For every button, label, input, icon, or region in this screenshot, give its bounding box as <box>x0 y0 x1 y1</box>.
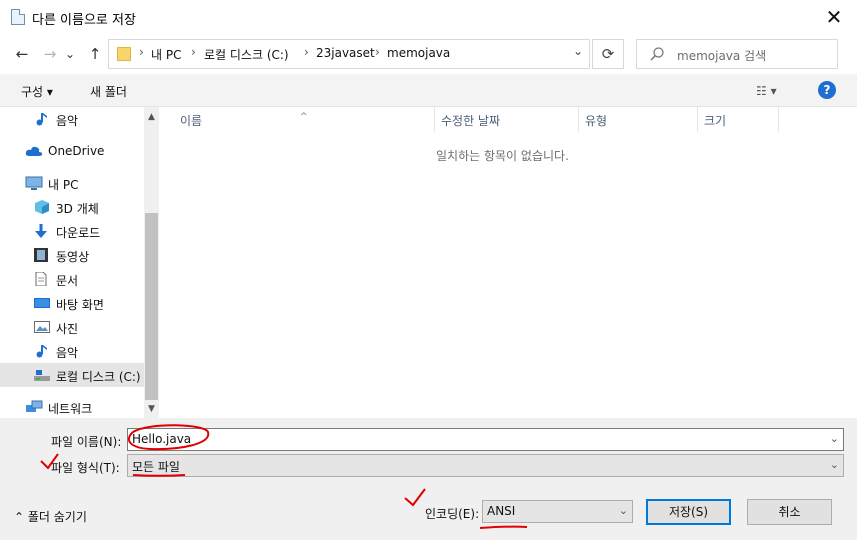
scroll-down-arrow-icon[interactable]: ▼ <box>144 401 159 417</box>
save-options-panel: 파일 이름(N): Hello.java ⌄ 파일 형식(T): 모든 파일 ⌄… <box>0 418 857 540</box>
encoding-select[interactable]: ANSI ⌄ <box>482 500 633 523</box>
filename-input[interactable]: Hello.java ⌄ <box>127 428 844 451</box>
sidebar-item-label: 음악 <box>56 114 79 128</box>
sidebar-item-downloads[interactable]: 다운로드 <box>0 219 144 243</box>
sidebar-item-onedrive[interactable]: OneDrive <box>0 139 144 163</box>
file-list[interactable]: 이름 ^ 수정한 날짜 유형 크기 일치하는 항목이 없습니다. <box>160 107 857 418</box>
column-header-label: 크기 <box>704 114 727 128</box>
close-button[interactable]: ✕ <box>811 0 857 34</box>
scrollbar-thumb[interactable] <box>145 213 158 400</box>
sidebar-item-label: 사진 <box>56 322 79 336</box>
address-dropdown-button[interactable]: ⌄ <box>573 44 583 58</box>
column-header-label: 이름 <box>180 114 203 128</box>
save-button[interactable]: 저장(S) <box>646 499 731 525</box>
cloud-icon <box>25 146 43 156</box>
sort-ascending-icon: ^ <box>300 112 308 122</box>
chevron-down-icon[interactable]: ⌄ <box>830 458 839 471</box>
chevron-down-icon[interactable]: ⌄ <box>619 504 628 517</box>
encoding-value: ANSI <box>487 504 516 518</box>
navigation-pane: 음악 OneDrive 내 PC 3D 개체 다운로드 동영상 문서 바탕 화면… <box>0 107 144 418</box>
breadcrumb-local-disk[interactable]: 로컬 디스크 (C:) <box>204 46 289 63</box>
navigation-bar: ← → ⌄ ↑ › 내 PC › 로컬 디스크 (C:) › 23javaset… <box>0 34 857 74</box>
sidebar-item-label: 음악 <box>56 346 79 360</box>
sidebar-item-pictures[interactable]: 사진 <box>0 315 144 339</box>
back-button[interactable]: ← <box>10 42 34 66</box>
new-folder-button[interactable]: 새 폴더 <box>90 83 127 100</box>
column-divider[interactable] <box>778 107 779 132</box>
column-header-type[interactable]: 유형 <box>579 107 697 132</box>
search-box[interactable]: memojava 검색 <box>636 39 838 69</box>
hide-folders-button[interactable]: ⌃ 폴더 숨기기 <box>14 508 87 525</box>
column-header-size[interactable]: 크기 <box>698 107 778 132</box>
sidebar-item-3d-objects[interactable]: 3D 개체 <box>0 195 144 219</box>
cancel-button[interactable]: 취소 <box>747 499 832 525</box>
sidebar-item-desktop[interactable]: 바탕 화면 <box>0 291 144 315</box>
navigation-pane-scrollbar[interactable]: ▲ ▼ <box>144 107 159 418</box>
breadcrumb-23javaset[interactable]: 23javaset <box>316 46 375 60</box>
sidebar-item-my-pc[interactable]: 내 PC <box>0 171 144 195</box>
picture-icon <box>34 321 50 333</box>
chevron-down-icon[interactable]: ⌄ <box>830 432 839 445</box>
sidebar-item-label: 동영상 <box>56 250 90 264</box>
folder-icon <box>117 47 131 61</box>
filename-value: Hello.java <box>132 432 192 446</box>
recent-locations-button[interactable]: ⌄ <box>62 42 78 66</box>
filetype-value: 모든 파일 <box>132 460 180 474</box>
film-icon <box>34 248 48 262</box>
cube-icon <box>35 200 49 214</box>
desktop-icon <box>34 298 50 308</box>
search-icon <box>650 47 664 61</box>
document-icon <box>35 272 47 286</box>
column-header-label: 수정한 날짜 <box>441 114 501 128</box>
sidebar-item-videos[interactable]: 동영상 <box>0 243 144 267</box>
column-header-name[interactable]: 이름 ^ <box>160 107 435 132</box>
sidebar-item-label: 네트워크 <box>48 402 93 416</box>
sidebar-item-documents[interactable]: 문서 <box>0 267 144 291</box>
computer-icon <box>25 176 43 190</box>
breadcrumb-separator[interactable]: › <box>139 45 144 59</box>
sidebar-item-label: 다운로드 <box>56 226 101 240</box>
filetype-select[interactable]: 모든 파일 ⌄ <box>127 454 844 477</box>
sidebar-item-label: 문서 <box>56 274 79 288</box>
network-icon <box>26 400 43 412</box>
music-note-icon <box>36 345 47 358</box>
sidebar-item-label: 3D 개체 <box>56 202 99 216</box>
empty-folder-message: 일치하는 항목이 없습니다. <box>436 149 569 163</box>
column-header-date-modified[interactable]: 수정한 날짜 <box>435 107 578 132</box>
breadcrumb-memojava[interactable]: memojava <box>387 46 450 60</box>
sidebar-item-network[interactable]: 네트워크 <box>0 395 144 418</box>
sidebar-item-local-disk[interactable]: 로컬 디스크 (C:) <box>0 363 144 387</box>
sidebar-item-label: 바탕 화면 <box>56 298 104 312</box>
encoding-label: 인코딩(E): <box>425 507 480 521</box>
sidebar-item-label: OneDrive <box>48 144 105 158</box>
breadcrumb-my-pc[interactable]: 내 PC <box>151 46 181 63</box>
notepad-icon <box>11 9 25 25</box>
filetype-label: 파일 형식(T): <box>51 461 120 475</box>
refresh-button[interactable]: ⟳ <box>592 39 624 69</box>
filename-label: 파일 이름(N): <box>51 435 122 449</box>
up-button[interactable]: ↑ <box>83 42 107 66</box>
command-bar: 구성 ▾ 새 폴더 ☷ ▾ ? <box>0 74 857 107</box>
sidebar-item-music[interactable]: 음악 <box>0 339 144 363</box>
organize-menu-button[interactable]: 구성 ▾ <box>21 83 53 100</box>
breadcrumb-separator[interactable]: › <box>304 45 309 59</box>
forward-button[interactable]: → <box>38 42 62 66</box>
breadcrumb-separator[interactable]: › <box>191 45 196 59</box>
sidebar-item-music[interactable]: 음악 <box>0 107 144 131</box>
search-input[interactable]: memojava 검색 <box>677 47 766 64</box>
breadcrumb-separator[interactable]: › <box>375 45 380 59</box>
view-options-icon[interactable]: ☷ ▾ <box>756 84 777 98</box>
column-header-label: 유형 <box>585 114 608 128</box>
scroll-up-arrow-icon[interactable]: ▲ <box>144 109 159 125</box>
download-icon <box>35 224 47 238</box>
music-note-icon <box>36 113 47 126</box>
help-icon[interactable]: ? <box>818 81 836 99</box>
title-bar: 다른 이름으로 저장 ✕ <box>0 0 857 34</box>
sidebar-item-label: 로컬 디스크 (C:) <box>56 370 141 384</box>
drive-icon <box>34 370 50 381</box>
address-bar[interactable]: › 내 PC › 로컬 디스크 (C:) › 23javaset › memoj… <box>108 39 590 69</box>
sidebar-item-label: 내 PC <box>48 178 79 192</box>
window-title: 다른 이름으로 저장 <box>32 13 136 28</box>
